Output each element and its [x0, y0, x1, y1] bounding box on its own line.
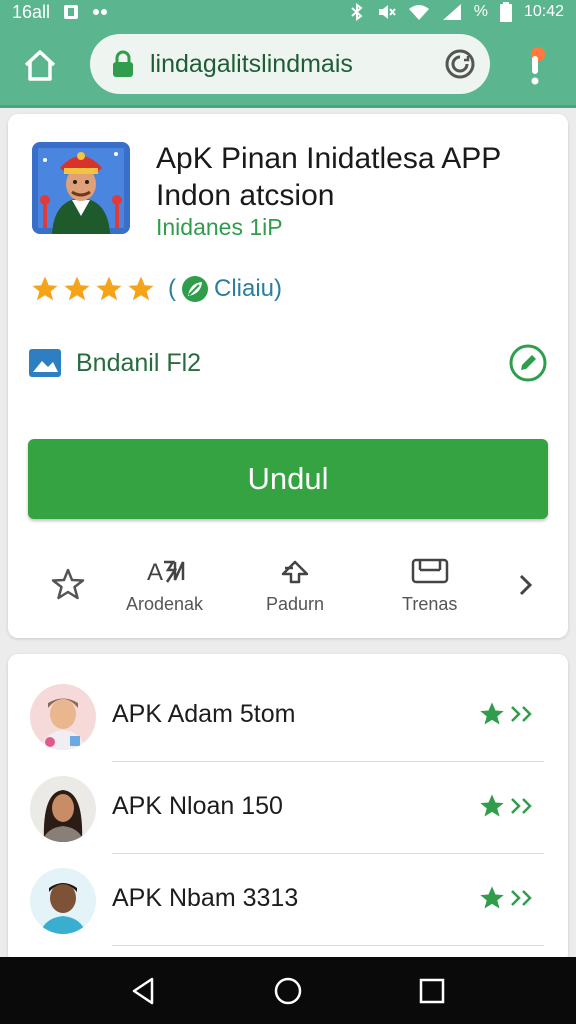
double-chevron-icon	[511, 890, 532, 906]
list-item[interactable]: APK Nloan 150	[8, 762, 568, 854]
address-bar[interactable]: lindagalitslindmais	[90, 34, 490, 94]
favorite-button[interactable]	[48, 568, 88, 602]
list-item-actions	[478, 792, 538, 820]
action-label: Arodenak	[126, 594, 204, 614]
tray-icon	[411, 558, 448, 584]
more-actions-button[interactable]	[516, 572, 536, 598]
dots-icon	[93, 9, 108, 15]
file-icon	[29, 349, 61, 377]
star-icon	[480, 886, 504, 909]
wifi-icon	[408, 5, 429, 20]
list-item-actions	[478, 700, 538, 728]
chevron-right-icon	[519, 574, 533, 596]
battery-icon	[499, 2, 512, 22]
browser-toolbar: lindagalitslindmais	[0, 24, 576, 108]
app-details-card: ApK Pinan Inidatlesa APP Indon atcsion I…	[8, 114, 568, 638]
status-bar: 16all % 10:42	[0, 0, 576, 24]
system-nav-bar	[0, 957, 576, 1024]
list-item-name: APK Nloan 150	[112, 792, 283, 820]
double-chevron-icon	[511, 798, 532, 814]
paren-open: (	[168, 275, 176, 302]
star-icon	[480, 794, 504, 817]
star-icon	[64, 276, 90, 301]
action-trenas[interactable]: Trenas	[402, 554, 457, 615]
circle-home-icon[interactable]	[272, 975, 304, 1007]
action-row: A Arodenak Padurn Trenas	[8, 554, 568, 624]
edit-icon[interactable]	[508, 343, 548, 383]
cell-signal-icon	[442, 4, 461, 20]
file-info-row: Bndanil Fl2	[28, 340, 548, 386]
download-button[interactable]: Undul	[28, 439, 548, 519]
list-item[interactable]: APK Adam 5tom	[8, 670, 568, 762]
star-icon	[480, 702, 504, 725]
app-badge-icon: A	[147, 559, 184, 586]
notification-icon	[64, 5, 79, 19]
list-item-name: APK Nbam 3313	[112, 884, 299, 912]
list-item-actions	[478, 884, 538, 912]
leaf-icon	[182, 276, 208, 302]
avatar	[30, 776, 96, 842]
avatar	[30, 868, 96, 934]
action-arodenak[interactable]: A Arodenak	[126, 554, 203, 615]
avatar	[30, 684, 96, 750]
rating-text: Cliaiu	[214, 275, 275, 302]
file-label: Bndanil Fl2	[76, 348, 202, 377]
developer-name[interactable]: Inidanes 1iP	[156, 214, 283, 241]
action-padurn[interactable]: Padurn	[266, 554, 324, 615]
divider	[112, 945, 544, 946]
share-icon	[281, 560, 309, 584]
related-apps-list: APK Adam 5tom APK Nloan 150 APK Nbam 331…	[8, 654, 568, 964]
home-icon	[24, 49, 56, 81]
home-button[interactable]	[12, 37, 68, 93]
app-title: ApK Pinan Inidatlesa APP Indon atcsion	[156, 142, 501, 212]
action-label: Padurn	[266, 594, 325, 614]
paren-close: )	[274, 275, 283, 302]
action-label: Trenas	[402, 594, 458, 614]
bluetooth-icon	[351, 3, 363, 21]
list-item-name: APK Adam 5tom	[112, 700, 296, 728]
rating-row: ( Cliaiu )	[30, 274, 282, 304]
star-icon	[96, 276, 122, 301]
back-icon[interactable]	[128, 975, 160, 1007]
url-text: lindagalitslindmais	[150, 49, 353, 78]
recent-icon[interactable]	[416, 975, 448, 1007]
star-outline-icon	[51, 568, 85, 600]
star-icon	[128, 276, 154, 301]
double-chevron-icon	[511, 706, 532, 722]
mute-icon	[378, 5, 396, 19]
alert-icon	[531, 47, 545, 85]
lock-icon	[113, 50, 133, 77]
reload-icon[interactable]	[444, 48, 476, 80]
list-item[interactable]: APK Nbam 3313	[8, 854, 568, 946]
alert-button[interactable]	[520, 42, 552, 90]
rating-count: ( Cliaiu )	[168, 274, 282, 304]
star-icon	[32, 276, 58, 301]
signal-text: 16all	[12, 1, 51, 22]
battery-percent: %	[473, 3, 488, 20]
app-icon	[32, 142, 130, 234]
svg-text:A: A	[147, 559, 163, 586]
clock: 10:42	[523, 3, 564, 20]
